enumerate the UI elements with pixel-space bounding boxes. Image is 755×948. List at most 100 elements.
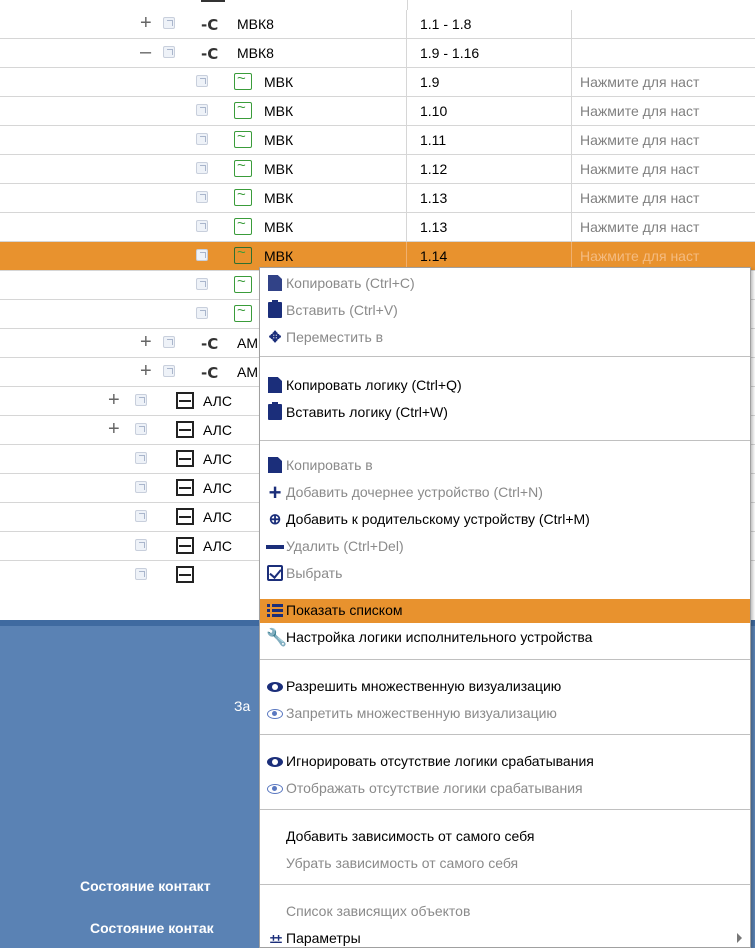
- menu-item-actuator-logic-settings[interactable]: 🔧 Настройка логики исполнительного устро…: [260, 626, 750, 650]
- cell-divider: [571, 68, 572, 96]
- menu-item-add-self-dependency[interactable]: Добавить зависимость от самого себя: [260, 825, 750, 849]
- expand-icon[interactable]: +: [140, 360, 152, 382]
- row-range: 1.10: [420, 103, 448, 119]
- device-box-icon: [176, 450, 194, 467]
- column-divider: [407, 0, 408, 10]
- menu-separator: [260, 884, 750, 885]
- row-label: МВК: [264, 74, 294, 90]
- menu-item-ignore-missing-logic[interactable]: Игнорировать отсутствие логики срабатыва…: [260, 750, 750, 774]
- row-label: МВК: [264, 161, 294, 177]
- row-label: МВК8: [237, 45, 274, 61]
- signal-icon: [234, 70, 252, 90]
- row-hint[interactable]: Нажмите для наст: [580, 132, 699, 148]
- menu-separator: [260, 356, 750, 357]
- parameters-icon: ±±: [269, 931, 282, 946]
- menu-item-deny-multi-visualization[interactable]: Запретить множественную визуализацию: [260, 702, 750, 726]
- menu-item-parameters[interactable]: ±± Параметры: [260, 927, 750, 947]
- row-range: 1.1 - 1.8: [420, 16, 472, 32]
- link-icon: [196, 220, 208, 232]
- collapse-icon[interactable]: –: [140, 41, 151, 63]
- menu-item-select[interactable]: Выбрать: [260, 562, 750, 586]
- expand-icon[interactable]: +: [140, 331, 152, 353]
- signal-icon: [234, 215, 252, 235]
- eye-outline-icon: [267, 709, 283, 719]
- menu-item-show-as-list[interactable]: Показать списком: [260, 599, 750, 623]
- signal-icon: [234, 128, 252, 148]
- menu-item-move[interactable]: ✥ Переместить в: [260, 326, 750, 350]
- row-label: МВК: [264, 219, 294, 235]
- device-box-icon: [176, 566, 194, 583]
- cell-divider: [406, 155, 407, 183]
- menu-item-add-to-parent[interactable]: ⊕ Добавить к родительскому устройству (C…: [260, 508, 750, 532]
- link-icon: [135, 568, 147, 580]
- scroll-artifact: [201, 0, 225, 2]
- copy-icon: [268, 377, 282, 393]
- row-range: 1.14: [420, 248, 448, 264]
- eye-icon: [267, 682, 283, 692]
- cell-divider: [406, 39, 407, 67]
- expand-icon[interactable]: +: [108, 389, 120, 411]
- tree-row[interactable]: МВК 1.10 Нажмите для наст: [0, 97, 755, 126]
- branch-icon: -Ⅽ: [201, 364, 219, 382]
- menu-item-copy-logic[interactable]: Копировать логику (Ctrl+Q): [260, 374, 750, 398]
- row-range: 1.11: [420, 132, 447, 148]
- menu-separator: [260, 809, 750, 810]
- row-label: АЛС: [203, 393, 232, 409]
- menu-item-paste-logic[interactable]: Вставить логику (Ctrl+W): [260, 401, 750, 425]
- row-hint[interactable]: Нажмите для наст: [580, 74, 699, 90]
- row-hint[interactable]: Нажмите для наст: [580, 190, 699, 206]
- menu-item-delete[interactable]: Удалить (Ctrl+Del): [260, 535, 750, 559]
- tree-row[interactable]: МВК 1.13 Нажмите для наст: [0, 184, 755, 213]
- signal-icon: [234, 186, 252, 206]
- link-icon: [135, 510, 147, 522]
- menu-item-add-child[interactable]: + Добавить дочернее устройство (Ctrl+N): [260, 481, 750, 505]
- signal-icon: [234, 157, 252, 177]
- device-box-icon: [176, 392, 194, 409]
- cell-divider: [571, 184, 572, 212]
- row-hint[interactable]: Нажмите для наст: [580, 219, 699, 235]
- add-icon: +: [268, 480, 282, 505]
- menu-separator: [260, 734, 750, 735]
- tree-row[interactable]: МВК 1.13 Нажмите для наст: [0, 213, 755, 242]
- tree-row[interactable]: – -Ⅽ МВК8 1.9 - 1.16: [0, 39, 755, 68]
- expand-icon[interactable]: +: [140, 12, 152, 34]
- menu-item-show-missing-logic[interactable]: Отображать отсутствие логики срабатывани…: [260, 777, 750, 801]
- device-box-icon: [176, 479, 194, 496]
- row-label: МВК: [264, 248, 294, 264]
- menu-item-remove-self-dependency[interactable]: Убрать зависимость от самого себя: [260, 852, 750, 876]
- menu-item-paste[interactable]: Вставить (Ctrl+V): [260, 299, 750, 323]
- row-hint[interactable]: Нажмите для наст: [580, 161, 699, 177]
- row-hint[interactable]: Нажмите для наст: [580, 103, 699, 119]
- cell-divider: [406, 213, 407, 241]
- tree-row[interactable]: МВК 1.9 Нажмите для наст: [0, 68, 755, 97]
- list-bullet: [267, 614, 270, 617]
- cell-divider: [406, 97, 407, 125]
- signal-icon: [234, 244, 252, 264]
- tree-row[interactable]: МВК 1.11 Нажмите для наст: [0, 126, 755, 155]
- move-icon: ✥: [268, 329, 282, 346]
- tree-row[interactable]: + -Ⅽ МВК8 1.1 - 1.8: [0, 10, 755, 39]
- row-label: МВК8: [237, 16, 274, 32]
- row-hint[interactable]: Нажмите для наст: [580, 248, 699, 264]
- link-icon: [196, 278, 208, 290]
- tree-row[interactable]: МВК 1.12 Нажмите для наст: [0, 155, 755, 184]
- menu-item-dependent-objects[interactable]: Список зависящих объектов: [260, 900, 750, 924]
- menu-item-copy-to[interactable]: Копировать в: [260, 454, 750, 478]
- link-icon: [163, 336, 175, 348]
- cell-divider: [571, 39, 572, 67]
- menu-item-copy[interactable]: Копировать (Ctrl+C): [260, 272, 750, 296]
- link-icon: [135, 452, 147, 464]
- menu-separator: [260, 440, 750, 441]
- row-label: МВК: [264, 103, 294, 119]
- menu-separator: [260, 659, 750, 660]
- expand-icon[interactable]: +: [108, 418, 120, 440]
- row-label: АМ: [237, 335, 258, 351]
- link-icon: [196, 133, 208, 145]
- device-box-icon: [176, 421, 194, 438]
- cell-divider: [571, 242, 572, 270]
- copy-icon: [268, 457, 282, 473]
- menu-item-allow-multi-visualization[interactable]: Разрешить множественную визуализацию: [260, 675, 750, 699]
- cell-divider: [571, 97, 572, 125]
- link-icon: [196, 307, 208, 319]
- row-label: МВК: [264, 190, 294, 206]
